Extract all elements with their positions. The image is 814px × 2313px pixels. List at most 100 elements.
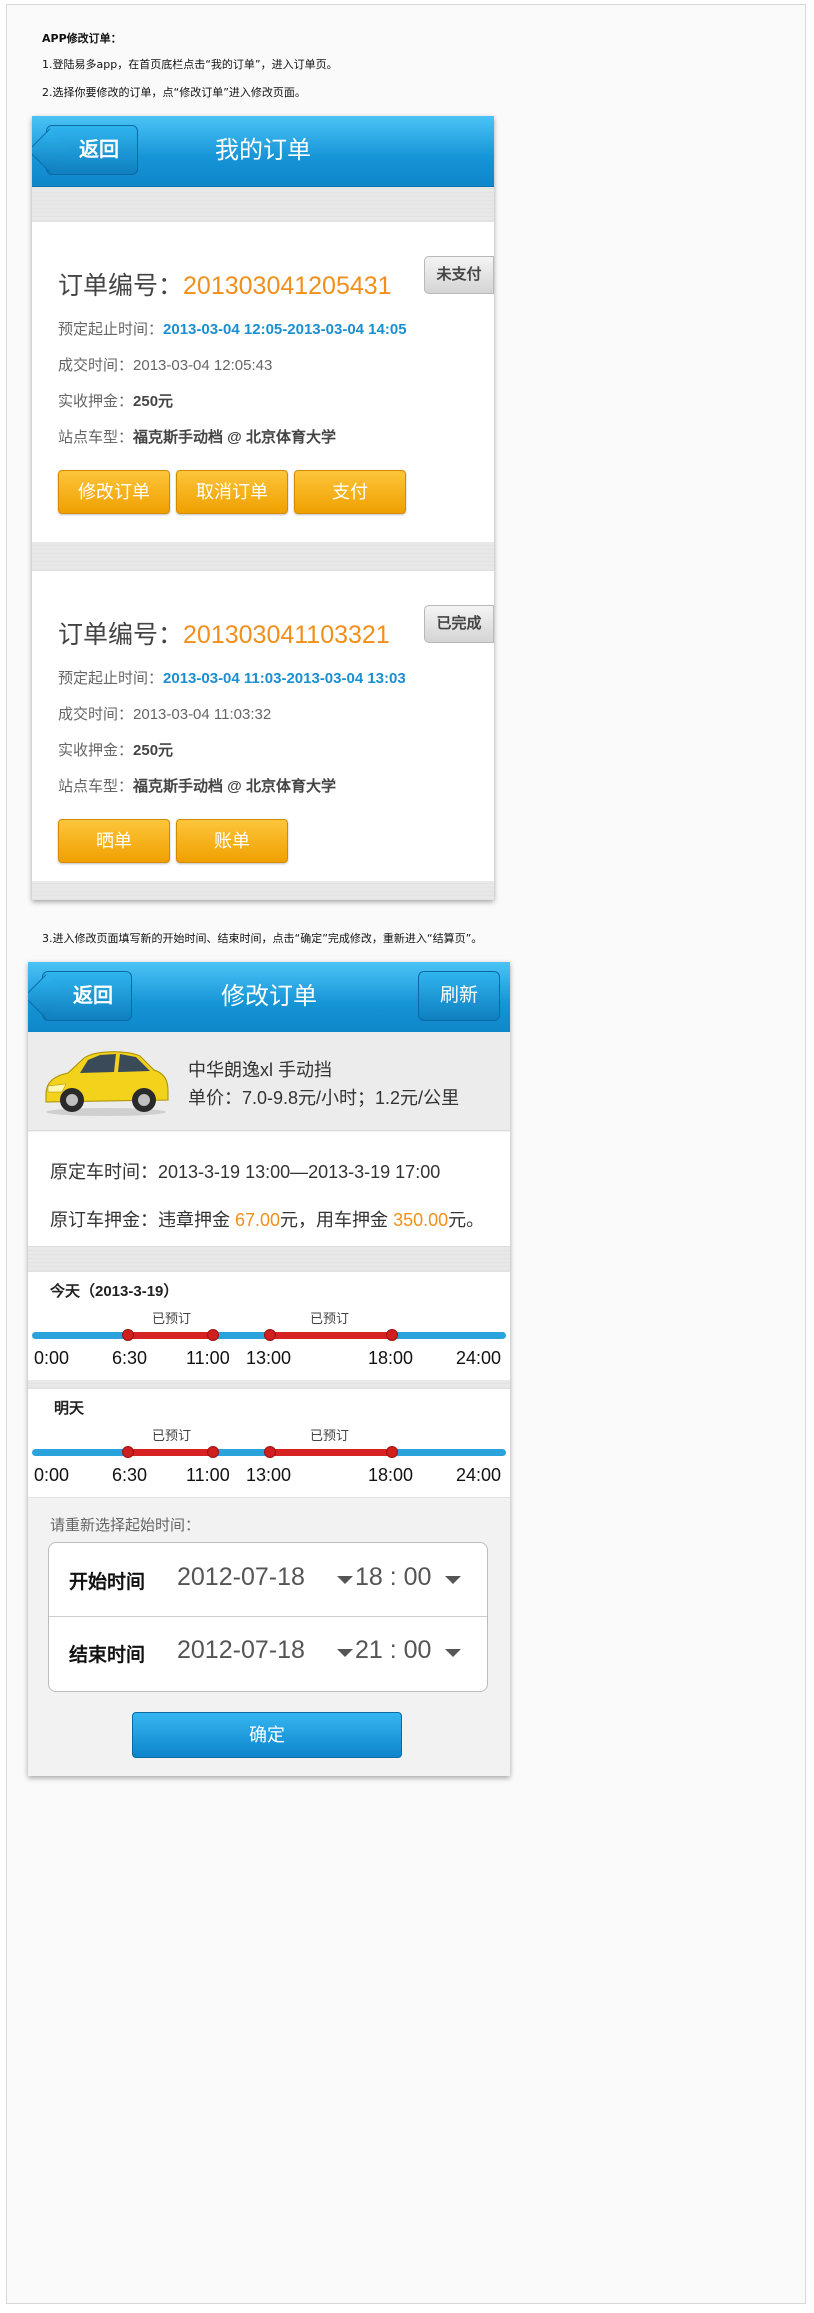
timeline-today: 今天（2013-3-19） 已预订 已预订 0:00 6:30 11:00 13… xyxy=(28,1271,510,1381)
deposit-prefix: 原订车押金：违章押金 xyxy=(50,1210,235,1230)
timeline-label: 今天（2013-3-19） xyxy=(50,1283,179,1300)
deposit-value: 250元 xyxy=(133,393,174,410)
deposit-mid: 元，用车押金 xyxy=(280,1210,394,1230)
chevron-down-icon xyxy=(337,1576,353,1584)
station-row: 站点车型：福克斯手动档 @ 北京体育大学 xyxy=(58,775,336,796)
deposit-label: 实收押金： xyxy=(58,742,134,759)
tick-label: 24:00 xyxy=(456,1465,502,1485)
original-order-info: 原定车时间：2013-3-19 13:00—2013-3-19 17:00 原订… xyxy=(28,1132,510,1247)
order-number-value: 201303041205431 xyxy=(183,272,392,300)
booked-segment xyxy=(128,1449,213,1456)
booked-handle[interactable] xyxy=(207,1446,219,1458)
separator xyxy=(28,1247,510,1271)
tick-label: 11:00 xyxy=(186,1465,230,1485)
back-button[interactable]: 返回 xyxy=(42,971,132,1021)
instruction-step-1: 1.登陆易多app，在首页底栏点击“我的订单”，进入订单页。 xyxy=(42,58,338,71)
deposit-label: 实收押金： xyxy=(58,393,134,410)
orders-screen: 我的订单 返回 订单编号：201303041205431 未支付 预定起止时间：… xyxy=(32,116,494,900)
deal-time-row: 成交时间：2013-03-04 12:05:43 xyxy=(58,354,272,375)
end-date-select[interactable]: 2012-07-18 xyxy=(177,1636,305,1665)
original-time: 原定车时间：2013-3-19 13:00—2013-3-19 17:00 xyxy=(50,1162,441,1182)
deposit-suffix: 元。 xyxy=(448,1210,485,1230)
car-name: 中华朗逸xl 手动挡 xyxy=(188,1060,332,1080)
deposit-value: 250元 xyxy=(133,742,174,759)
tick-label: 13:00 xyxy=(246,1465,292,1485)
booked-handle[interactable] xyxy=(264,1446,276,1458)
confirm-button[interactable]: 确定 xyxy=(132,1712,402,1758)
order-number-label: 订单编号： xyxy=(58,272,184,300)
instruction-step-2: 2.选择你要修改的订单，点“修改订单”进入修改页面。 xyxy=(42,86,306,99)
tick-label: 6:30 xyxy=(112,1348,148,1368)
booked-label: 已预订 xyxy=(310,1311,350,1326)
car-price: 单价：7.0-9.8元/小时；1.2元/公里 xyxy=(188,1088,460,1108)
deal-time-value: 2013-03-04 12:05:43 xyxy=(133,357,273,374)
booked-handle[interactable] xyxy=(264,1329,276,1341)
chevron-down-icon xyxy=(337,1649,353,1657)
back-label: 返回 xyxy=(79,139,119,161)
start-date-select[interactable]: 2012-07-18 xyxy=(177,1563,305,1592)
start-time-select[interactable]: 18 : 00 xyxy=(355,1563,431,1592)
tick-label: 24:00 xyxy=(456,1348,502,1368)
separator xyxy=(32,542,494,570)
instruction-step-3: 3.进入修改页面填写新的开始时间、结束时间，点击“确定”完成修改，重新进入“结算… xyxy=(42,932,483,945)
bill-button[interactable]: 账单 xyxy=(176,819,288,863)
violation-deposit-value: 67.00 xyxy=(235,1210,281,1230)
instructions-heading: APP修改订单： xyxy=(42,32,122,45)
separator xyxy=(32,881,494,900)
reserve-time-value: 2013-03-04 11:03-2013-03-04 13:03 xyxy=(163,670,406,687)
orders-navbar: 我的订单 返回 xyxy=(32,116,494,187)
back-button[interactable]: 返回 xyxy=(46,125,138,175)
booked-handle[interactable] xyxy=(122,1329,134,1341)
deal-time-value: 2013-03-04 11:03:32 xyxy=(133,706,272,723)
tick-label: 0:00 xyxy=(34,1348,70,1368)
original-deposit: 原订车押金：违章押金 67.00元，用车押金 350.00元。 xyxy=(50,1206,484,1232)
reserve-time-value: 2013-03-04 12:05-2013-03-04 14:05 xyxy=(163,321,407,338)
end-time-select[interactable]: 21 : 00 xyxy=(355,1636,431,1665)
separator xyxy=(32,187,494,221)
order-number-value: 201303041103321 xyxy=(183,621,390,649)
modify-order-screen: 修改订单 返回 刷新 中华朗逸xl 手动挡 单价：7.0-9.8元/小时；1.2… xyxy=(28,962,510,1776)
booked-segment xyxy=(128,1332,213,1339)
status-badge-unpaid: 未支付 xyxy=(424,256,494,294)
station-label: 站点车型： xyxy=(58,429,134,446)
order-number: 订单编号：201303041103321 xyxy=(58,615,390,651)
order-number: 订单编号：201303041205431 xyxy=(58,266,392,302)
deal-time-label: 成交时间： xyxy=(58,706,134,723)
deal-time-row: 成交时间：2013-03-04 11:03:32 xyxy=(58,703,271,724)
chevron-down-icon xyxy=(445,1576,461,1584)
start-time-label: 开始时间 xyxy=(69,1572,146,1593)
deal-time-label: 成交时间： xyxy=(58,357,134,374)
booked-handle[interactable] xyxy=(386,1329,398,1341)
tick-label: 11:00 xyxy=(186,1348,230,1368)
back-label: 返回 xyxy=(73,985,113,1007)
booked-handle[interactable] xyxy=(386,1446,398,1458)
booked-handle[interactable] xyxy=(122,1446,134,1458)
booked-label: 已预订 xyxy=(152,1311,192,1326)
booked-handle[interactable] xyxy=(207,1329,219,1341)
reserve-time-label: 预定起止时间： xyxy=(58,321,164,338)
reselect-hint: 请重新选择起始时间： xyxy=(50,1517,201,1534)
end-time-label: 结束时间 xyxy=(69,1645,146,1666)
pay-button[interactable]: 支付 xyxy=(294,470,406,514)
car-info: 中华朗逸xl 手动挡 单价：7.0-9.8元/小时；1.2元/公里 xyxy=(28,1032,510,1131)
share-order-button[interactable]: 晒单 xyxy=(58,819,170,863)
refresh-button[interactable]: 刷新 xyxy=(418,971,500,1021)
station-value: 福克斯手动档 @ 北京体育大学 xyxy=(133,429,336,446)
separator xyxy=(28,1380,510,1388)
car-image xyxy=(45,1051,169,1116)
tick-label: 6:30 xyxy=(112,1465,148,1485)
status-badge-completed: 已完成 xyxy=(424,605,494,643)
station-row: 站点车型：福克斯手动档 @ 北京体育大学 xyxy=(58,426,336,447)
deposit-row: 实收押金：250元 xyxy=(58,390,173,411)
divider xyxy=(49,1616,487,1617)
modify-navbar: 修改订单 返回 刷新 xyxy=(28,962,510,1033)
booked-segment xyxy=(270,1332,392,1339)
chevron-down-icon xyxy=(445,1649,461,1657)
cancel-order-button[interactable]: 取消订单 xyxy=(176,470,288,514)
car-deposit-value: 350.00 xyxy=(393,1210,449,1230)
timeline-label: 明天 xyxy=(54,1400,85,1417)
station-value: 福克斯手动档 @ 北京体育大学 xyxy=(133,778,336,795)
modify-order-button[interactable]: 修改订单 xyxy=(58,470,170,514)
station-label: 站点车型： xyxy=(58,778,134,795)
order-card: 订单编号：201303041205431 未支付 预定起止时间：2013-03-… xyxy=(32,221,494,543)
